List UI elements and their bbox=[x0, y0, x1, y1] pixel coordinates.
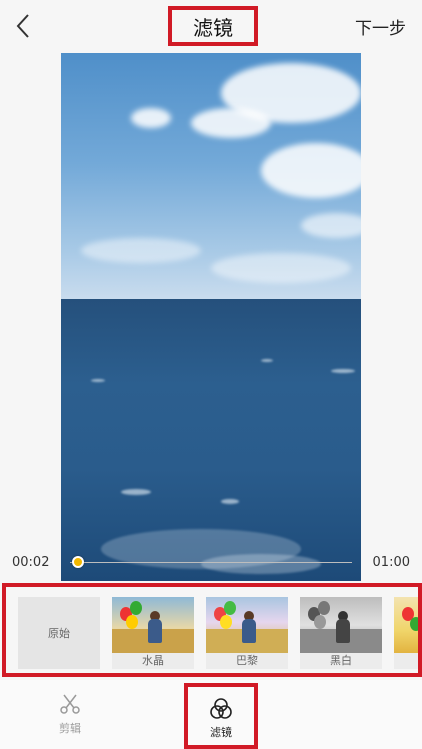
video-preview[interactable] bbox=[61, 53, 361, 581]
top-bar: 滤镜 下一步 bbox=[0, 0, 422, 50]
next-step-button[interactable]: 下一步 bbox=[355, 14, 406, 39]
filter-circles-icon bbox=[210, 698, 232, 719]
filter-thumbnail bbox=[206, 597, 288, 653]
filter-strip: 原始 水晶 巴黎 黑白 bbox=[2, 583, 422, 677]
tab-filter[interactable]: 滤镜 bbox=[188, 697, 254, 740]
filter-label bbox=[394, 653, 418, 669]
chevron-left-icon bbox=[16, 14, 29, 38]
scissors-icon bbox=[60, 694, 80, 714]
back-button[interactable] bbox=[10, 12, 38, 40]
filter-thumbnail bbox=[394, 597, 418, 653]
tab-edit-label: 剪辑 bbox=[59, 722, 81, 735]
filter-label: 原始 bbox=[18, 597, 100, 669]
filter-label: 黑白 bbox=[300, 653, 382, 669]
filter-label: 巴黎 bbox=[206, 653, 288, 669]
filter-crystal[interactable]: 水晶 bbox=[112, 597, 194, 669]
tab-filter-label: 滤镜 bbox=[210, 726, 232, 739]
tab-filter-highlight: 滤镜 bbox=[184, 683, 258, 749]
page-title: 滤镜 bbox=[168, 6, 258, 46]
filter-thumbnail bbox=[112, 597, 194, 653]
filter-thumbnail bbox=[300, 597, 382, 653]
filter-label: 水晶 bbox=[112, 653, 194, 669]
tab-edit[interactable]: 剪辑 bbox=[35, 692, 105, 736]
filter-original[interactable]: 原始 bbox=[18, 597, 100, 669]
filter-paris[interactable]: 巴黎 bbox=[206, 597, 288, 669]
video-sea bbox=[61, 299, 361, 581]
duration: 01:00 bbox=[372, 555, 410, 570]
filter-next[interactable] bbox=[394, 597, 418, 669]
current-time: 00:02 bbox=[12, 555, 50, 570]
scrubber-track[interactable] bbox=[70, 562, 352, 563]
video-sky bbox=[61, 53, 361, 299]
filter-black-white[interactable]: 黑白 bbox=[300, 597, 382, 669]
